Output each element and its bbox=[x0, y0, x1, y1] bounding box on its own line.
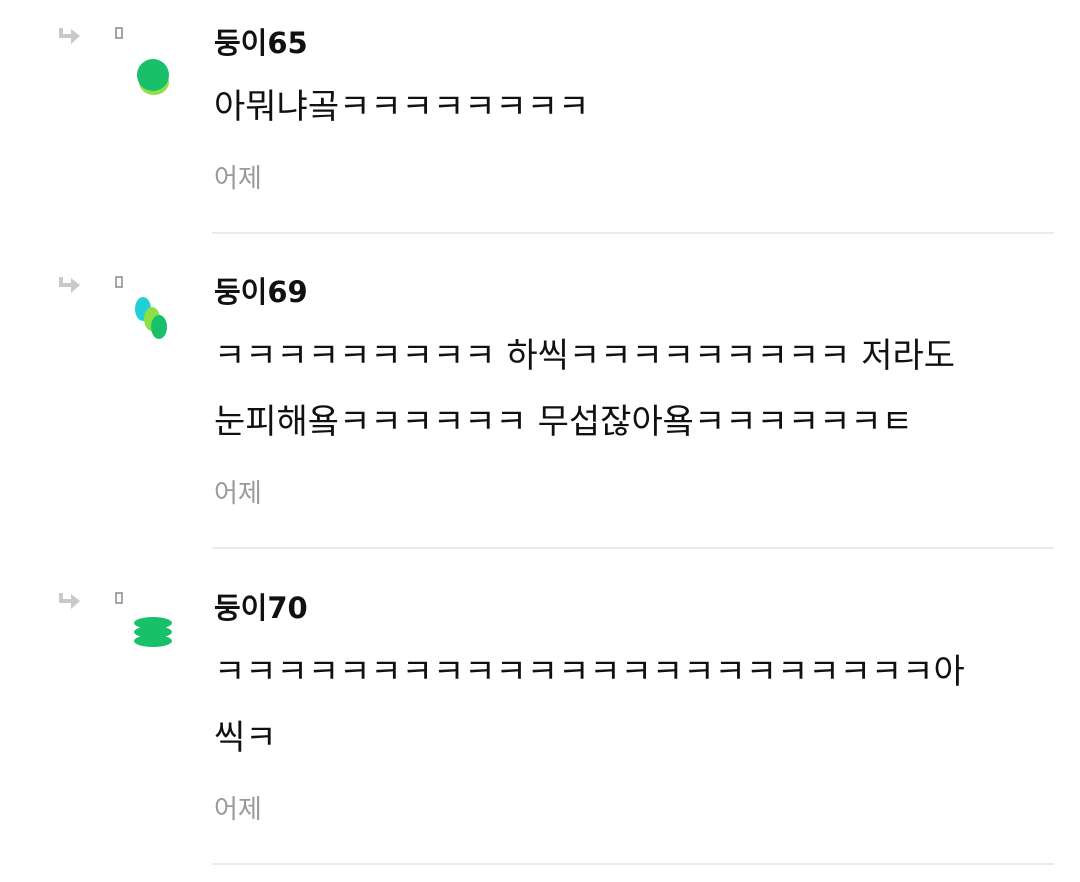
divider bbox=[212, 863, 1054, 865]
reply-arrow-icon bbox=[59, 277, 80, 293]
comment-item: 둥이69 ㅋㅋㅋㅋㅋㅋㅋㅋㅋ 하씩ㅋㅋㅋㅋㅋㅋㅋㅋㅋ 저라도 눈피해욬ㅋㅋㅋㅋㅋ… bbox=[0, 275, 1080, 555]
avatar[interactable] bbox=[128, 603, 176, 659]
comment-author[interactable]: 둥이65 bbox=[214, 26, 308, 60]
comment-author[interactable]: 둥이70 bbox=[214, 591, 308, 625]
comment-text: ㅋㅋㅋㅋㅋㅋㅋㅋㅋ 하씩ㅋㅋㅋㅋㅋㅋㅋㅋㅋ 저라도 눈피해욬ㅋㅋㅋㅋㅋㅋ 무섭잖… bbox=[214, 336, 956, 442]
reply-arrow-icon bbox=[59, 593, 80, 609]
comment-text: ㅋㅋㅋㅋㅋㅋㅋㅋㅋㅋㅋㅋㅋㅋㅋㅋㅋㅋㅋㅋㅋㅋㅋ아 씩ㅋ bbox=[214, 652, 965, 758]
comment-time: 어제 bbox=[214, 795, 262, 825]
comment-time: 어제 bbox=[214, 164, 262, 194]
rect-icon bbox=[115, 592, 123, 604]
rect-icon bbox=[115, 27, 123, 39]
comment-text: 아뭐냐곸ㅋㅋㅋㅋㅋㅋㅋㅋ bbox=[214, 87, 590, 127]
reply-arrow-icon bbox=[59, 28, 80, 44]
divider bbox=[212, 547, 1054, 549]
comment-item: 둥이70 ㅋㅋㅋㅋㅋㅋㅋㅋㅋㅋㅋㅋㅋㅋㅋㅋㅋㅋㅋㅋㅋㅋㅋ아 씩ㅋ 어제 bbox=[0, 591, 1080, 871]
comment-item: 둥이65 아뭐냐곸ㅋㅋㅋㅋㅋㅋㅋㅋ 어제 bbox=[0, 26, 1080, 236]
divider bbox=[212, 232, 1054, 234]
comment-time: 어제 bbox=[214, 479, 262, 509]
avatar[interactable] bbox=[128, 291, 176, 347]
comment-author[interactable]: 둥이69 bbox=[214, 275, 308, 309]
avatar[interactable] bbox=[128, 46, 176, 102]
rect-icon bbox=[115, 276, 123, 288]
